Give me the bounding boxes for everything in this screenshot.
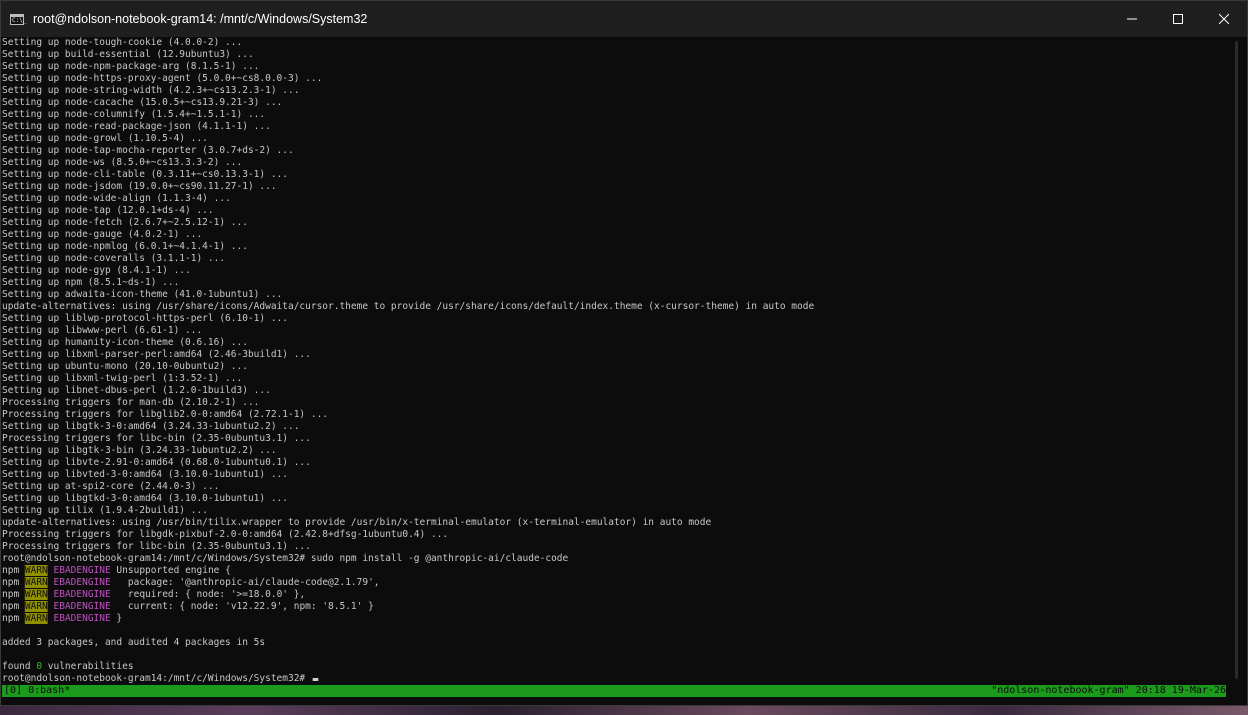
terminal-line: Setting up node-cacache (15.0.5+~cs13.9.… xyxy=(2,97,283,108)
terminal-line: Setting up node-ws (8.5.0+~cs13.3.3-2) .… xyxy=(2,157,243,168)
terminal-line: Setting up node-jsdom (19.0.0+~cs90.11.2… xyxy=(2,181,277,192)
npm-warn-line: npm WARN EBADENGINE required: { node: '>… xyxy=(2,589,1165,601)
terminal-line: Setting up node-tough-cookie (4.0.0-2) .… xyxy=(2,37,243,48)
terminal-line: Setting up node-https-proxy-agent (5.0.0… xyxy=(2,73,323,84)
npm-warn-text: current: { node: 'v12.22.9', npm: '8.5.1… xyxy=(110,601,374,612)
vertical-scrollbar[interactable] xyxy=(1227,37,1247,685)
terminal-line: Setting up node-fetch (2.6.7+~2.5.12-1) … xyxy=(2,217,248,228)
npm-prefix: npm xyxy=(2,577,20,588)
terminal-line: Setting up node-npmlog (6.0.1+~4.1.4-1) … xyxy=(2,241,248,252)
terminal-line: Processing triggers for libgdk-pixbuf-2.… xyxy=(2,529,449,540)
terminal-line: Setting up ubuntu-mono (20.10-0ubuntu2) … xyxy=(2,361,248,372)
tmux-status-bar: [0] 0:bash* "ndolson-notebook-gram" 20:1… xyxy=(2,685,1226,697)
terminal-line: Setting up liblwp-protocol-https-perl (6… xyxy=(2,313,288,324)
terminal-line: Setting up tilix (1.9.4-2build1) ... xyxy=(2,505,208,516)
terminal-line: Setting up npm (8.5.1~ds-1) ... xyxy=(2,277,180,288)
npm-ebadengine-tag: EBADENGINE xyxy=(53,577,111,588)
npm-prefix: npm xyxy=(2,601,20,612)
terminal-line: Setting up node-coveralls (3.1.1-1) ... xyxy=(2,253,226,264)
window-controls xyxy=(1109,1,1247,37)
npm-warn-text: Unsupported engine { xyxy=(110,565,231,576)
text-cursor xyxy=(312,678,319,681)
found-prefix: found xyxy=(2,661,37,672)
close-icon xyxy=(1219,14,1229,24)
terminal-line: Setting up adwaita-icon-theme (41.0-1ubu… xyxy=(2,289,283,300)
terminal-line: update-alternatives: using /usr/share/ic… xyxy=(2,301,815,312)
terminal-line: Setting up node-gyp (8.4.1-1) ... xyxy=(2,265,191,276)
minimize-button[interactable] xyxy=(1109,1,1155,37)
maximize-icon xyxy=(1173,14,1183,24)
terminal-line: Setting up humanity-icon-theme (0.6.16) … xyxy=(2,337,248,348)
window-title: root@ndolson-notebook-gram14: /mnt/c/Win… xyxy=(33,12,368,26)
title-bar[interactable]: C:\_ root@ndolson-notebook-gram14: /mnt/… xyxy=(1,1,1247,37)
terminal-line: Setting up libgtk-3-bin (3.24.33-1ubuntu… xyxy=(2,445,277,456)
console-app-icon: C:\_ xyxy=(10,13,27,25)
terminal-line: Setting up node-tap (12.0.1+ds-4) ... xyxy=(2,205,214,216)
npm-ebadengine-tag: EBADENGINE xyxy=(53,601,111,612)
console-app-icon-glyph: C:\_ xyxy=(12,16,27,24)
terminal-line: Setting up node-cli-table (0.3.11+~cs0.1… xyxy=(2,169,288,180)
npm-vulnerabilities-line: found 0 vulnerabilities xyxy=(2,661,1165,673)
terminal-line: root@ndolson-notebook-gram14:/mnt/c/Wind… xyxy=(2,553,569,564)
terminal-line: Processing triggers for man-db (2.10.2-1… xyxy=(2,397,260,408)
terminal-line: Setting up node-wide-align (1.1.3-4) ... xyxy=(2,193,231,204)
terminal-line: Setting up libxml-twig-perl (1:3.52-1) .… xyxy=(2,373,243,384)
npm-warn-line: npm WARN EBADENGINE } xyxy=(2,613,1165,625)
minimize-icon xyxy=(1127,18,1137,20)
terminal-bottom-padding xyxy=(2,697,1226,705)
npm-warn-text: } xyxy=(110,613,123,624)
npm-ebadengine-tag: EBADENGINE xyxy=(53,589,111,600)
terminal-line: Setting up libgtkd-3-0:amd64 (3.10.0-1ub… xyxy=(2,493,288,504)
npm-warn-badge: WARN xyxy=(24,565,48,576)
npm-prefix: npm xyxy=(2,589,20,600)
shell-prompt: root@ndolson-notebook-gram14:/mnt/c/Wind… xyxy=(2,673,311,684)
npm-warn-badge: WARN xyxy=(24,601,48,612)
terminal-output[interactable]: Setting up node-tough-cookie (4.0.0-2) .… xyxy=(2,37,1226,685)
terminal-line: Processing triggers for libc-bin (2.35-0… xyxy=(2,541,311,552)
terminal-line: Setting up libgtk-3-0:amd64 (3.24.33-1ub… xyxy=(2,421,300,432)
npm-ebadengine-tag: EBADENGINE xyxy=(53,613,111,624)
terminal-line: Setting up at-spi2-core (2.44.0-3) ... xyxy=(2,481,220,492)
npm-prefix: npm xyxy=(2,565,20,576)
terminal-line: Setting up build-essential (12.9ubuntu3)… xyxy=(2,49,254,60)
close-button[interactable] xyxy=(1201,1,1247,37)
terminal-line: Processing triggers for libc-bin (2.35-0… xyxy=(2,433,311,444)
npm-warn-text: package: '@anthropic-ai/claude-code@2.1.… xyxy=(110,577,380,588)
npm-prefix: npm xyxy=(2,613,20,624)
terminal-line: Setting up node-npm-package-arg (8.1.5-1… xyxy=(2,61,260,72)
found-suffix: vulnerabilities xyxy=(42,661,134,672)
maximize-button[interactable] xyxy=(1155,1,1201,37)
terminal-line: Setting up node-growl (1.10.5-4) ... xyxy=(2,133,208,144)
npm-warn-badge: WARN xyxy=(24,589,48,600)
terminal-line: Setting up node-read-package-json (4.1.1… xyxy=(2,121,271,132)
terminal-line: Setting up node-gauge (4.0.2-1) ... xyxy=(2,229,203,240)
npm-warn-badge: WARN xyxy=(24,577,48,588)
npm-added-line: added 3 packages, and audited 4 packages… xyxy=(2,637,266,648)
tmux-status-right: "ndolson-notebook-gram" 20:18 19-Mar-26 xyxy=(991,685,1226,696)
terminal-line: update-alternatives: using /usr/bin/tili… xyxy=(2,517,712,528)
terminal-line: Setting up libwww-perl (6.61-1) ... xyxy=(2,325,203,336)
tmux-window-list[interactable]: [0] 0:bash* xyxy=(4,685,70,697)
terminal-line: Setting up libvted-3-0:amd64 (3.10.0-1ub… xyxy=(2,469,288,480)
terminal-line: Setting up libvte-2.91-0:amd64 (0.68.0-1… xyxy=(2,457,311,468)
npm-warn-line: npm WARN EBADENGINE package: '@anthropic… xyxy=(2,577,1165,589)
npm-warn-text: required: { node: '>=18.0.0' }, xyxy=(110,589,306,600)
npm-warn-line: npm WARN EBADENGINE Unsupported engine { xyxy=(2,565,1165,577)
npm-warn-line: npm WARN EBADENGINE current: { node: 'v1… xyxy=(2,601,1165,613)
terminal-line: Setting up node-columnify (1.5.4+~1.5.1-… xyxy=(2,109,266,120)
terminal-line: Setting up node-tap-mocha-reporter (3.0.… xyxy=(2,145,294,156)
shell-prompt-line[interactable]: root@ndolson-notebook-gram14:/mnt/c/Wind… xyxy=(2,673,1165,685)
npm-ebadengine-tag: EBADENGINE xyxy=(53,565,111,576)
terminal-line: Setting up libnet-dbus-perl (1.2.0-1buil… xyxy=(2,385,271,396)
npm-warn-badge: WARN xyxy=(24,613,48,624)
desktop-wallpaper xyxy=(0,706,1248,715)
scrollbar-thumb[interactable] xyxy=(1235,41,1238,679)
terminal-window: C:\_ root@ndolson-notebook-gram14: /mnt/… xyxy=(0,0,1248,706)
terminal-line: Setting up libxml-parser-perl:amd64 (2.4… xyxy=(2,349,311,360)
terminal-line: Processing triggers for libglib2.0-0:amd… xyxy=(2,409,329,420)
terminal-line: Setting up node-string-width (4.2.3+~cs1… xyxy=(2,85,300,96)
